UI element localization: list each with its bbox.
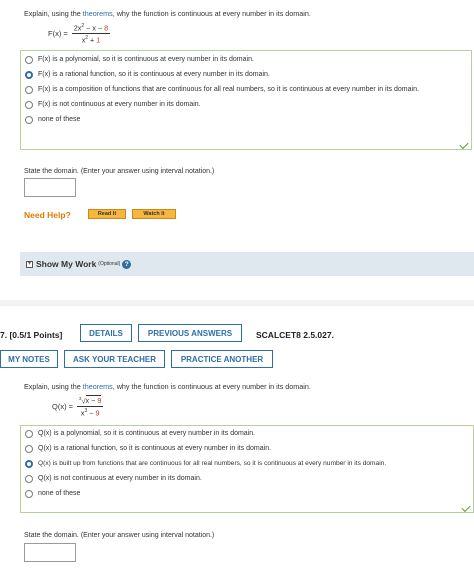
radio-button[interactable] xyxy=(25,55,33,64)
optional-label: (Optional) xyxy=(98,261,121,267)
question-prompt: Explain, using the theorems, why the fun… xyxy=(24,9,311,18)
option-row[interactable]: F(x) is a polynomial, so it is continuou… xyxy=(21,55,471,64)
function-label: F(x) = xyxy=(48,29,68,39)
option-row[interactable]: F(x) is a rational function, so it is co… xyxy=(21,70,471,79)
option-row[interactable]: F(x) is not continuous at every number i… xyxy=(21,100,471,109)
radio-button[interactable] xyxy=(25,444,33,453)
theorems-link[interactable]: theorems xyxy=(83,382,113,391)
correct-check-icon xyxy=(461,502,471,513)
denominator: x2 + 1 xyxy=(81,35,101,45)
ask-your-teacher-button[interactable]: ASK YOUR TEACHER xyxy=(64,350,165,368)
option-label: none of these xyxy=(38,116,81,123)
option-label: Q(x) is a polynomial, so it is continuou… xyxy=(38,430,256,437)
option-label: Q(x) is not continuous at every number i… xyxy=(38,475,202,482)
watch-it-button[interactable]: Watch It xyxy=(132,209,176,219)
domain-answer-input[interactable] xyxy=(24,178,76,197)
need-help-label: Need Help? xyxy=(24,210,71,220)
function-label: Q(x) = xyxy=(52,402,74,412)
numerator: 3√x − 9 xyxy=(77,395,104,408)
numerator: 2x2 − x − 8 xyxy=(71,23,111,35)
show-my-work-bar[interactable]: + Show My Work (Optional) ? xyxy=(20,252,474,276)
radio-button[interactable] xyxy=(25,429,33,438)
denominator: x3 − 9 xyxy=(80,408,100,418)
function-formula: F(x) = 2x2 − x − 8 x2 + 1 xyxy=(48,23,111,45)
option-label: F(x) is not continuous at every number i… xyxy=(38,101,201,108)
option-row[interactable]: none of these xyxy=(21,489,473,498)
read-it-button[interactable]: Read It xyxy=(88,209,126,219)
radio-button[interactable] xyxy=(25,115,33,124)
fraction: 2x2 − x − 8 x2 + 1 xyxy=(71,23,111,45)
prompt-text: , why the function is continuous at ever… xyxy=(112,382,311,391)
domain-answer-input[interactable] xyxy=(24,543,76,562)
previous-answers-button[interactable]: PREVIOUS ANSWERS xyxy=(138,324,242,342)
section-divider xyxy=(0,300,474,306)
help-circle-icon[interactable]: ? xyxy=(122,259,132,269)
answer-options-box: Q(x) is a polynomial, so it is continuou… xyxy=(20,425,474,513)
prompt-text: , why the function is continuous at ever… xyxy=(112,9,311,18)
show-my-work-label[interactable]: Show My Work xyxy=(36,259,96,269)
question-prompt: Explain, using the theorems, why the fun… xyxy=(24,382,311,391)
option-label: F(x) is a composition of functions that … xyxy=(38,86,419,93)
option-label: F(x) is a rational function, so it is co… xyxy=(38,71,270,78)
details-button[interactable]: DETAILS xyxy=(80,324,132,342)
question-points: 7. [0.5/1 Points] xyxy=(0,330,63,340)
option-row[interactable]: Q(x) is a polynomial, so it is continuou… xyxy=(21,429,473,438)
prompt-text: Explain, using the xyxy=(24,9,83,18)
answer-options-box: F(x) is a polynomial, so it is continuou… xyxy=(20,50,472,150)
option-row[interactable]: F(x) is a composition of functions that … xyxy=(21,85,471,94)
radio-button[interactable] xyxy=(25,489,33,498)
theorems-link[interactable]: theorems xyxy=(83,9,113,18)
function-formula: Q(x) = 3√x − 9 x3 − 9 xyxy=(52,395,104,418)
radio-button-selected[interactable] xyxy=(25,459,33,468)
option-label: Q(x) is built up from functions that are… xyxy=(38,460,387,467)
fraction: 3√x − 9 x3 − 9 xyxy=(77,395,104,418)
option-label: Q(x) is a rational function, so it is co… xyxy=(38,445,272,452)
my-notes-button[interactable]: MY NOTES xyxy=(0,350,58,368)
practice-another-button[interactable]: PRACTICE ANOTHER xyxy=(171,350,273,368)
domain-prompt: State the domain. (Enter your answer usi… xyxy=(24,532,215,539)
option-row[interactable]: Q(x) is not continuous at every number i… xyxy=(21,474,473,483)
book-section-code: SCALCET8 2.5.027. xyxy=(256,330,334,340)
radio-button[interactable] xyxy=(25,85,33,94)
option-label: F(x) is a polynomial, so it is continuou… xyxy=(38,56,254,63)
domain-prompt: State the domain. (Enter your answer usi… xyxy=(24,168,215,175)
option-row[interactable]: Q(x) is built up from functions that are… xyxy=(21,459,473,468)
prompt-text: Explain, using the xyxy=(24,382,83,391)
radio-button[interactable] xyxy=(25,100,33,109)
option-row[interactable]: none of these xyxy=(21,115,471,124)
radio-button[interactable] xyxy=(25,474,33,483)
radio-button-selected[interactable] xyxy=(25,70,33,79)
option-label: none of these xyxy=(38,490,81,497)
correct-check-icon xyxy=(459,139,469,150)
expand-plus-icon[interactable]: + xyxy=(26,260,33,268)
option-row[interactable]: Q(x) is a rational function, so it is co… xyxy=(21,444,473,453)
